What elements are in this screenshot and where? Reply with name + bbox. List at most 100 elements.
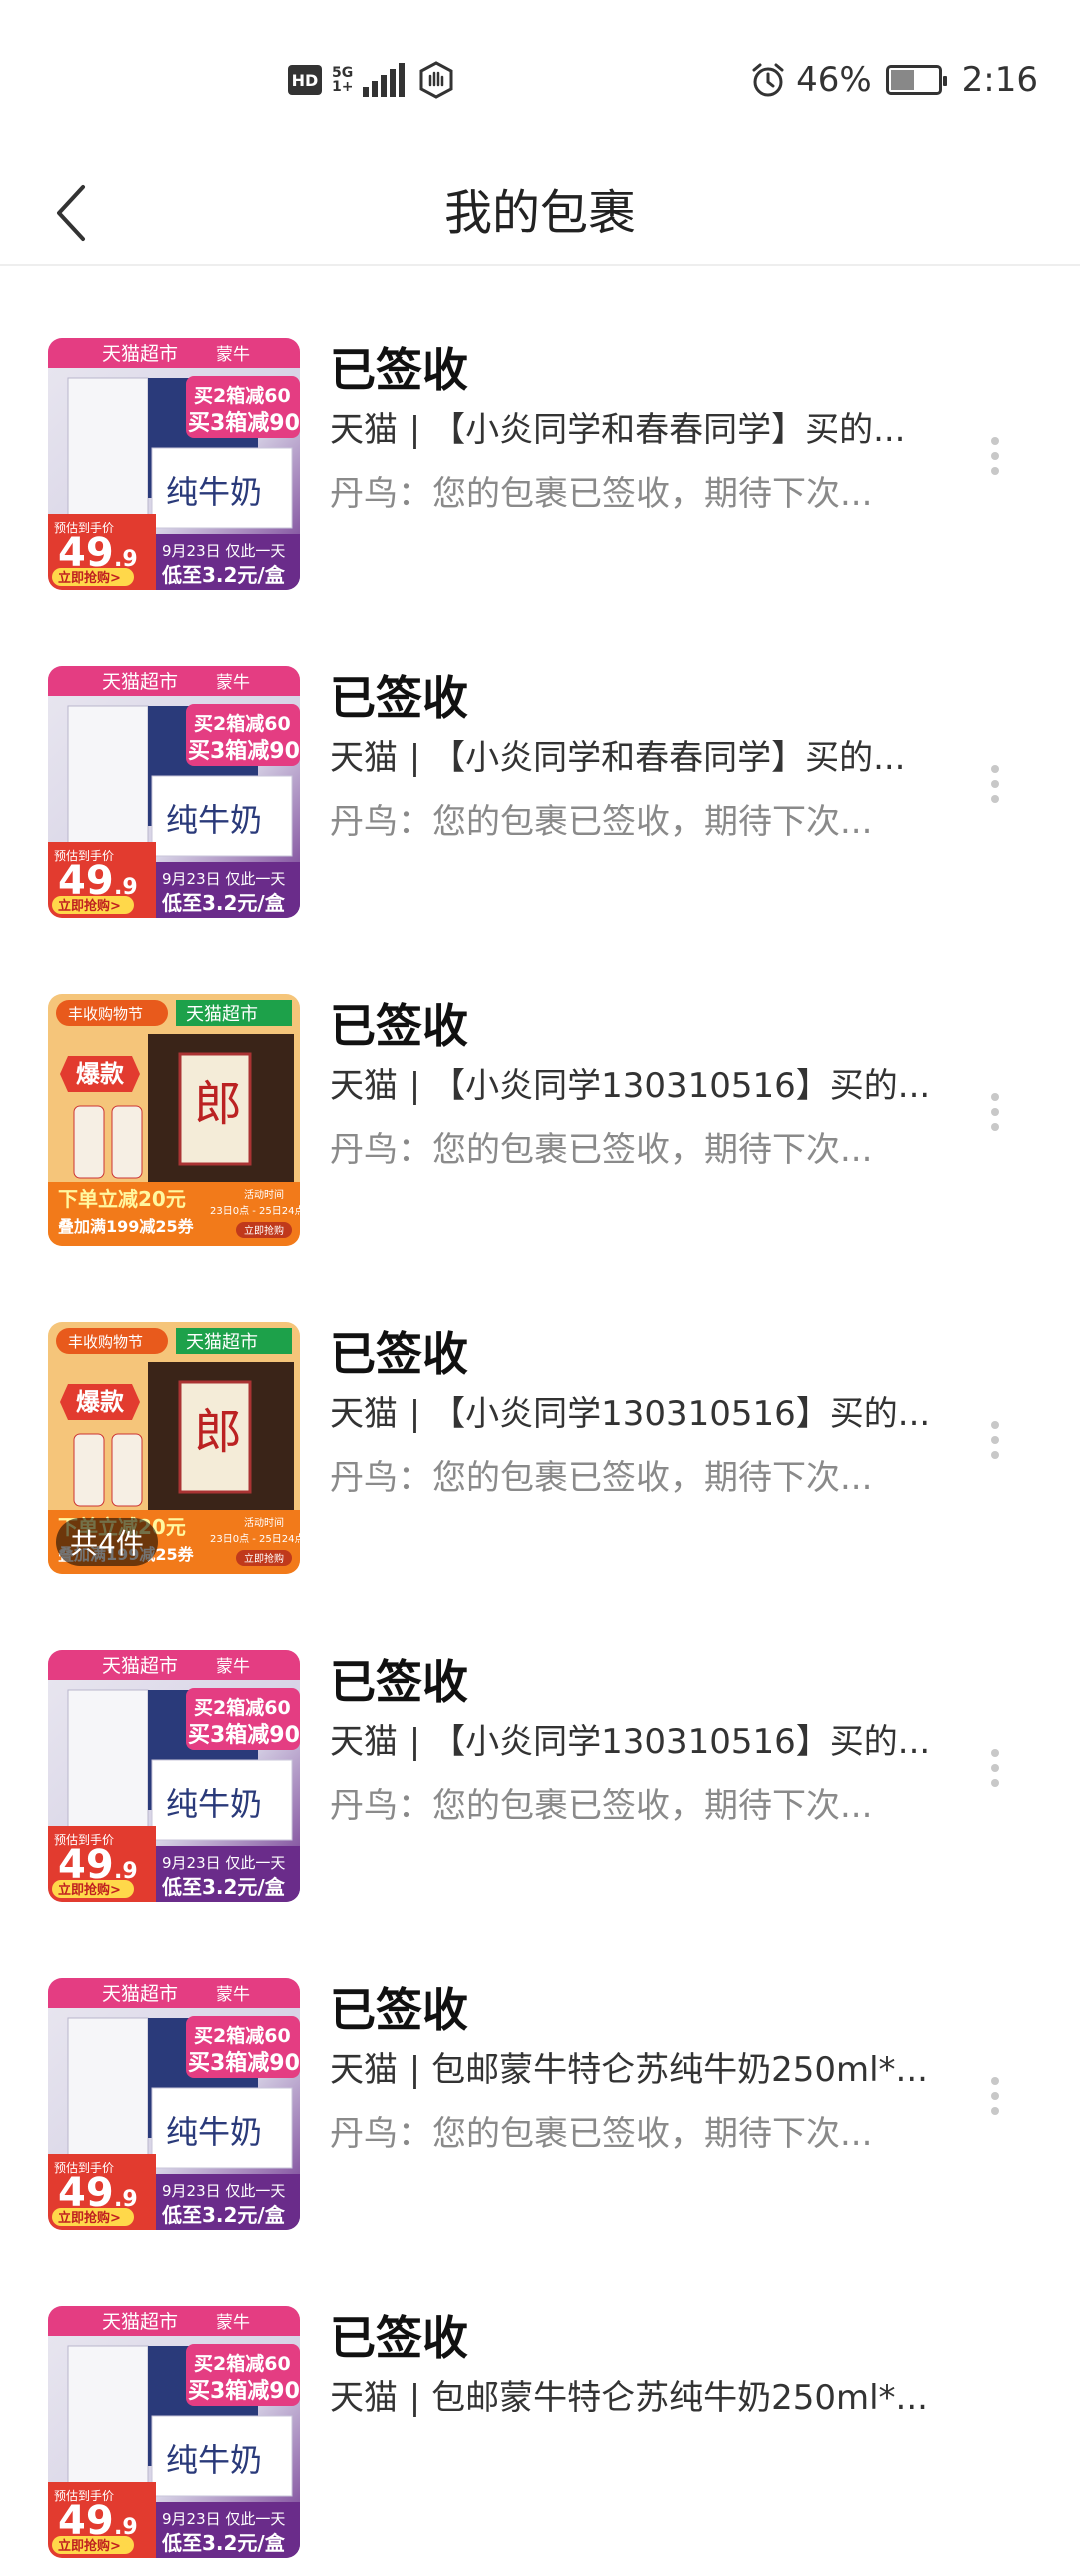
package-list: 天猫超市 蒙牛 纯牛奶 买2箱减60 买3箱减90 预估到手价 49 .9 立即… [0, 266, 1080, 2562]
more-dot-icon [991, 1779, 999, 1787]
liquor-product-image: 丰收购物节 天猫超市 郎 爆款 下单立减20元 叠加满199减25券 活动时间 … [48, 994, 300, 1246]
package-thumbnail[interactable]: 天猫超市 蒙牛 纯牛奶 买2箱减60 买3箱减90 预估到手价 49 .9 立即… [48, 1650, 300, 1902]
more-dot-icon [991, 2077, 999, 2085]
more-dot-icon [991, 467, 999, 475]
more-options-button[interactable] [975, 744, 1015, 824]
package-item[interactable]: 天猫超市 蒙牛 纯牛奶 买2箱减60 买3箱减90 预估到手价 49 .9 立即… [0, 2234, 1080, 2562]
image-text-promo2: 叠加满199减25券 [58, 1217, 195, 1236]
network-type-label: 5G 1+ [332, 66, 353, 94]
more-dot-icon [991, 1108, 999, 1116]
image-text-tag1: 丰收购物节 [68, 1005, 143, 1023]
package-item[interactable]: 天猫超市 蒙牛 纯牛奶 买2箱减60 买3箱减90 预估到手价 49 .9 立即… [0, 594, 1080, 922]
image-text-cta: 立即抢购> [58, 2538, 121, 2554]
milk-product-image: 天猫超市 蒙牛 纯牛奶 买2箱减60 买3箱减90 预估到手价 49 .9 立即… [48, 338, 300, 590]
package-description: 天猫 | 包邮蒙牛特仑苏纯牛奶250ml*... [330, 2050, 928, 2090]
more-dot-icon [991, 1451, 999, 1459]
image-text-promo1: 买2箱减60 [194, 384, 291, 407]
image-text-product: 纯牛奶 [166, 1785, 262, 1823]
status-bar: HD 5G 1+ 46% 2:16 [0, 0, 1080, 160]
image-text-promo1: 买2箱减60 [194, 1696, 291, 1719]
image-text-time-label: 活动时间 [244, 1188, 284, 1201]
image-text-promo1: 买2箱减60 [194, 2352, 291, 2375]
package-status: 已签收 [330, 999, 468, 1053]
image-text-banner-right: 蒙牛 [216, 673, 250, 693]
image-text-promo1: 买2箱减60 [194, 2024, 291, 2047]
package-tracking-note: 丹鸟：您的包裹已签收，期待下次... [330, 1130, 873, 1170]
image-text-product: 纯牛奶 [166, 801, 262, 839]
image-text-product: 纯牛奶 [166, 2113, 262, 2151]
package-thumbnail[interactable]: 天猫超市 蒙牛 纯牛奶 买2箱减60 买3箱减90 预估到手价 49 .9 立即… [48, 1978, 300, 2230]
image-text-banner-left: 天猫超市 [102, 2311, 178, 2333]
package-status: 已签收 [330, 1655, 468, 1709]
signal-icon [363, 63, 406, 97]
clock-time: 2:16 [961, 60, 1038, 100]
image-text-unit-price: 低至3.2元/盒 [161, 891, 286, 915]
alarm-icon [752, 63, 784, 97]
image-text-time: 23日0点 - 25日24点 [210, 1533, 300, 1545]
image-text-cta: 立即抢购 [244, 1552, 284, 1565]
package-status: 已签收 [330, 671, 468, 725]
package-thumbnail[interactable]: 丰收购物节 天猫超市 郎 爆款 下单立减20元 叠加满199减25券 活动时间 … [48, 1322, 300, 1574]
more-dot-icon [991, 2092, 999, 2100]
image-text-date: 9月23日 仅此一天 [162, 542, 285, 560]
image-text-product: 纯牛奶 [166, 2441, 262, 2479]
milk-product-image: 天猫超市 蒙牛 纯牛奶 买2箱减60 买3箱减90 预估到手价 49 .9 立即… [48, 666, 300, 918]
image-text-tag1: 丰收购物节 [68, 1333, 143, 1351]
image-text-unit-price: 低至3.2元/盒 [161, 2531, 286, 2555]
package-item[interactable]: 丰收购物节 天猫超市 郎 爆款 下单立减20元 叠加满199减25券 活动时间 … [0, 1250, 1080, 1578]
more-options-button[interactable] [975, 1400, 1015, 1480]
image-text-date: 9月23日 仅此一天 [162, 2510, 285, 2528]
more-dot-icon [991, 780, 999, 788]
package-item[interactable]: 天猫超市 蒙牛 纯牛奶 买2箱减60 买3箱减90 预估到手价 49 .9 立即… [0, 1578, 1080, 1906]
image-text-promo1: 买2箱减60 [194, 712, 291, 735]
image-text-brand: 郎 [194, 1076, 242, 1132]
image-text-promo2: 买3箱减90 [188, 2378, 300, 2404]
more-dot-icon [991, 1421, 999, 1429]
package-item[interactable]: 天猫超市 蒙牛 纯牛奶 买2箱减60 买3箱减90 预估到手价 49 .9 立即… [0, 266, 1080, 594]
package-thumbnail[interactable]: 丰收购物节 天猫超市 郎 爆款 下单立减20元 叠加满199减25券 活动时间 … [48, 994, 300, 1246]
image-text-banner-left: 天猫超市 [102, 1983, 178, 2005]
package-description: 天猫 | 【小炎同学130310516】买的... [330, 1394, 930, 1434]
more-options-button[interactable] [975, 2056, 1015, 2136]
image-text-banner-left: 天猫超市 [102, 671, 178, 693]
image-text-cta: 立即抢购> [58, 1882, 121, 1898]
package-tracking-note: 丹鸟：您的包裹已签收，期待下次... [330, 1458, 873, 1498]
more-options-button[interactable] [975, 1072, 1015, 1152]
package-item[interactable]: 丰收购物节 天猫超市 郎 爆款 下单立减20元 叠加满199减25券 活动时间 … [0, 922, 1080, 1250]
more-dot-icon [991, 437, 999, 445]
package-tracking-note: 丹鸟：您的包裹已签收，期待下次... [330, 1786, 873, 1826]
image-text-promo2: 买3箱减90 [188, 410, 300, 436]
more-dot-icon [991, 1749, 999, 1757]
package-status: 已签收 [330, 1983, 468, 2037]
image-text-tag2: 天猫超市 [186, 1004, 258, 1025]
package-thumbnail[interactable]: 天猫超市 蒙牛 纯牛奶 买2箱减60 买3箱减90 预估到手价 49 .9 立即… [48, 2306, 300, 2558]
package-thumbnail[interactable]: 天猫超市 蒙牛 纯牛奶 买2箱减60 买3箱减90 预估到手价 49 .9 立即… [48, 666, 300, 918]
image-text-banner-right: 蒙牛 [216, 1985, 250, 2005]
more-dot-icon [991, 795, 999, 803]
image-text-promo2: 买3箱减90 [188, 2050, 300, 2076]
package-tracking-note: 丹鸟：您的包裹已签收，期待下次... [330, 474, 873, 514]
more-options-button[interactable] [975, 416, 1015, 496]
more-dot-icon [991, 452, 999, 460]
package-status: 已签收 [330, 1327, 468, 1381]
image-text-banner-right: 蒙牛 [216, 2313, 250, 2333]
more-dot-icon [991, 1093, 999, 1101]
hd-icon: HD [288, 65, 322, 95]
page-title: 我的包裹 [443, 185, 636, 241]
more-options-button[interactable] [975, 1728, 1015, 1808]
image-text-promo2: 买3箱减90 [188, 738, 300, 764]
package-description: 天猫 | 【小炎同学130310516】买的... [330, 1066, 930, 1106]
image-text-time-label: 活动时间 [244, 1516, 284, 1529]
package-thumbnail[interactable]: 天猫超市 蒙牛 纯牛奶 买2箱减60 买3箱减90 预估到手价 49 .9 立即… [48, 338, 300, 590]
image-text-unit-price: 低至3.2元/盒 [161, 1875, 286, 1899]
image-text-banner-right: 蒙牛 [216, 345, 250, 365]
image-text-date: 9月23日 仅此一天 [162, 1854, 285, 1872]
package-status: 已签收 [330, 2311, 468, 2365]
image-text-banner-left: 天猫超市 [102, 343, 178, 365]
package-description: 天猫 | 【小炎同学和春春同学】买的... [330, 738, 906, 778]
milk-product-image: 天猫超市 蒙牛 纯牛奶 买2箱减60 买3箱减90 预估到手价 49 .9 立即… [48, 1650, 300, 1902]
package-tracking-note: 丹鸟：您的包裹已签收，期待下次... [330, 802, 873, 842]
image-text-unit-price: 低至3.2元/盒 [161, 563, 286, 587]
image-text-brand: 郎 [194, 1404, 242, 1460]
package-item[interactable]: 天猫超市 蒙牛 纯牛奶 买2箱减60 买3箱减90 预估到手价 49 .9 立即… [0, 1906, 1080, 2234]
